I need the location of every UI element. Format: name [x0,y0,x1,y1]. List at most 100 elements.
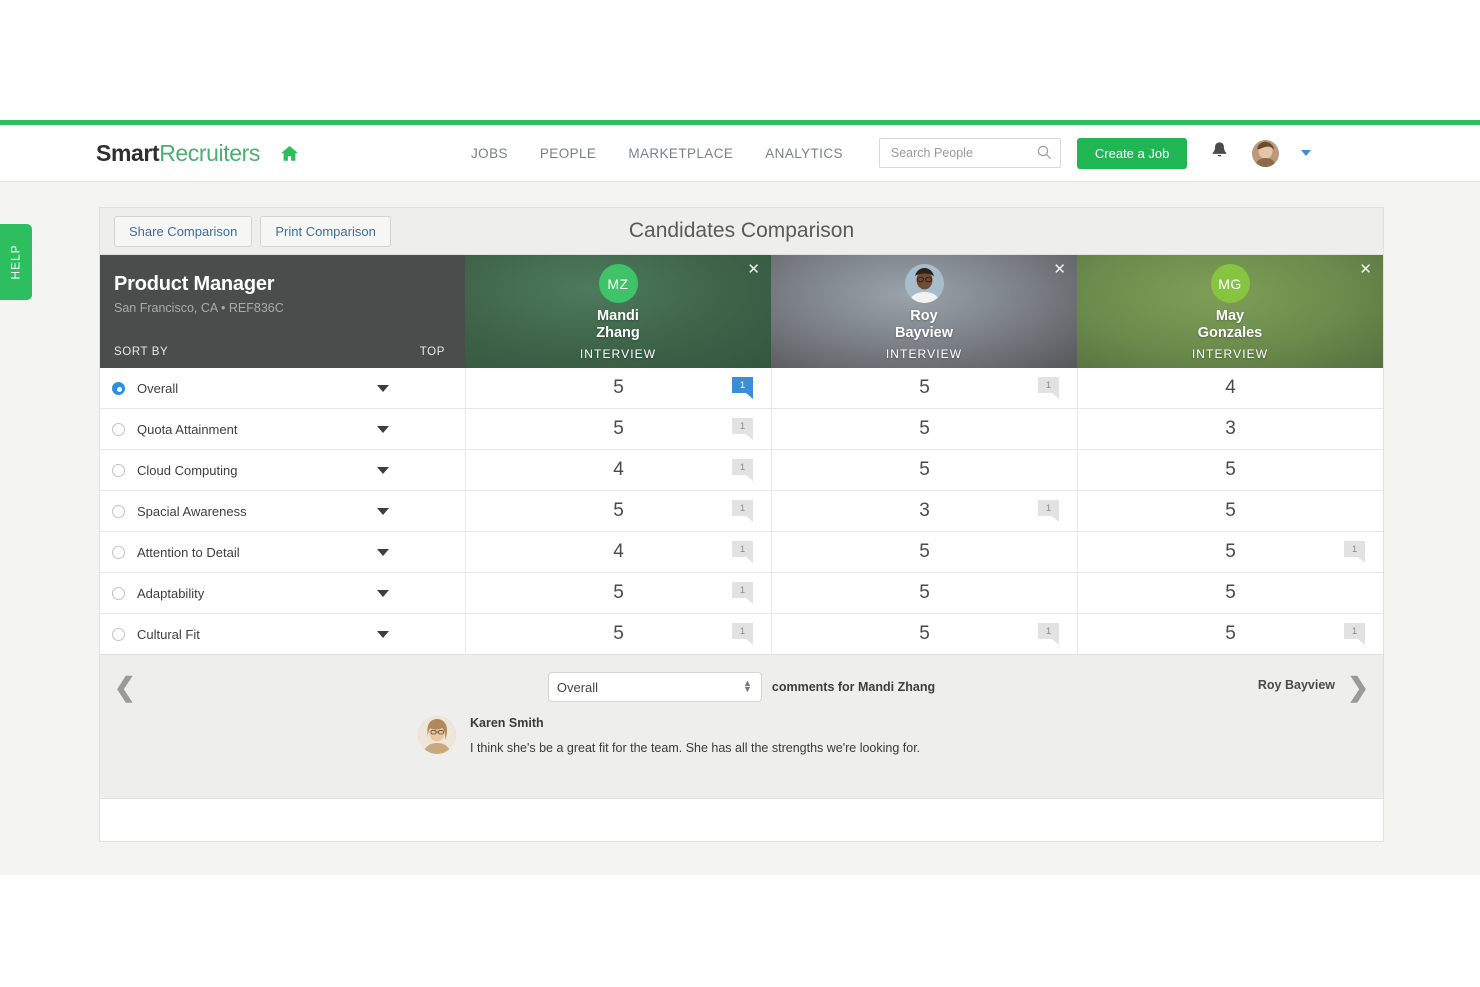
comment-count-badge[interactable]: 1 [732,623,753,645]
score-cell[interactable]: 5 1 [465,573,771,614]
radio-spacial-awareness[interactable] [112,504,125,518]
score-value: 5 [919,541,930,562]
close-icon[interactable]: ✕ [1359,262,1372,277]
toolbar-buttons: Share Comparison Print Comparison [114,215,391,247]
score-cell[interactable]: 3 1 [771,491,1077,532]
comment-count-badge[interactable]: 1 [732,418,753,440]
comment-count-badge[interactable]: 1 [1038,377,1059,399]
candidate-last-name: Bayview [894,325,954,341]
user-avatar[interactable] [1252,139,1280,167]
comment-count-badge[interactable]: 1 [1344,541,1365,563]
comment-count-badge[interactable]: 1 [732,377,753,399]
avatar[interactable]: MZ [598,264,638,303]
close-icon[interactable]: ✕ [747,262,760,277]
criteria-row-overall[interactable]: Overall [100,368,465,409]
score-cell[interactable]: 5 1 [771,614,1077,655]
score-cell[interactable]: 5 1 [465,409,771,450]
score-cell[interactable]: 5 1 [465,368,771,409]
brand-logo[interactable]: SmartRecruiters [96,140,299,167]
criteria-label: Overall [137,380,179,396]
score-cell[interactable]: 5 1 [465,614,771,655]
job-header: Product Manager San Francisco, CA • REF8… [100,255,465,368]
nav-link-people[interactable]: PEOPLE [540,146,596,161]
score-value: 5 [1225,582,1236,603]
chevron-down-icon[interactable] [1301,150,1312,156]
score-cell[interactable]: 5 1 [1077,614,1383,655]
chevron-left-icon[interactable]: ❮ [114,672,136,702]
score-cell[interactable]: 4 1 [465,450,771,491]
radio-cloud-computing[interactable] [112,463,125,477]
avatar-initials: MZ [607,275,629,292]
chevron-right-icon[interactable]: ❯ [1347,672,1369,702]
nav-link-jobs[interactable]: JOBS [471,146,508,161]
help-tab[interactable]: HELP [0,224,32,300]
status-badge: INTERVIEW [1191,347,1269,361]
criteria-label: Spacial Awareness [137,503,247,519]
chevron-down-icon[interactable] [377,589,389,597]
search-input[interactable] [878,138,1061,168]
radio-attention-to-detail[interactable] [112,545,125,559]
radio-quota-attainment[interactable] [112,422,125,436]
radio-adaptability[interactable] [112,586,125,600]
job-ref: REF836C [228,301,284,315]
score-value: 5 [919,623,930,644]
score-cell[interactable]: 5 [771,409,1077,450]
criteria-row-adaptability[interactable]: Adaptability [100,573,465,614]
comment-count-badge[interactable]: 1 [1038,623,1059,645]
comment-count-badge[interactable]: 1 [1344,623,1365,645]
score-value: 5 [1225,500,1236,521]
criteria-row-cultural-fit[interactable]: Cultural Fit [100,614,465,655]
print-comparison-button[interactable]: Print Comparison [260,215,391,247]
score-cell[interactable]: 5 1 [465,491,771,532]
bell-icon[interactable] [1211,141,1228,165]
score-cell[interactable]: 5 [1077,491,1383,532]
create-job-button[interactable]: Create a Job [1076,137,1188,169]
score-cell[interactable]: 5 [1077,450,1383,491]
nav-link-analytics[interactable]: ANALYTICS [765,146,843,161]
score-cell[interactable]: 5 [771,532,1077,573]
criteria-row-cloud-computing[interactable]: Cloud Computing [100,450,465,491]
home-icon[interactable] [280,145,299,162]
chevron-down-icon[interactable] [377,507,389,515]
close-icon[interactable]: ✕ [1053,262,1066,277]
share-comparison-button[interactable]: Share Comparison [114,215,253,247]
score-cell[interactable]: 5 1 [1077,532,1383,573]
criteria-select[interactable]: Overall [547,672,762,702]
radio-cultural-fit[interactable] [112,627,125,641]
criteria-row-quota-attainment[interactable]: Quota Attainment [100,409,465,450]
candidate-column-roy-bayview: ✕ Roy Bayview INTERVIEW 5 1 5 5 3 1 5 5 … [771,255,1077,655]
comment-count-badge[interactable]: 1 [732,500,753,522]
next-candidate-label[interactable]: Roy Bayview [1258,678,1335,692]
criteria-row-attention-to-detail[interactable]: Attention to Detail [100,532,465,573]
comment-count-badge[interactable]: 1 [1038,500,1059,522]
candidate-column-mandi-zhang: ✕ MZ Mandi Zhang INTERVIEW 5 1 5 1 4 1 5… [465,255,771,655]
chevron-down-icon[interactable] [377,384,389,392]
score-cell[interactable]: 5 1 [771,368,1077,409]
avatar[interactable]: MG [1210,264,1250,303]
avatar[interactable] [904,264,944,303]
comment-count-badge[interactable]: 1 [732,459,753,481]
chevron-down-icon[interactable] [377,548,389,556]
score-cell[interactable]: 5 [771,450,1077,491]
comment-count-badge[interactable]: 1 [732,541,753,563]
score-cell[interactable]: 4 1 [465,532,771,573]
criteria-row-spacial-awareness[interactable]: Spacial Awareness [100,491,465,532]
score-cell[interactable]: 5 [1077,573,1383,614]
search-people-wrap [878,138,1061,168]
bottom-whitespace [0,875,1480,987]
score-cell[interactable]: 4 [1077,368,1383,409]
score-cell[interactable]: 3 [1077,409,1383,450]
chevron-down-icon[interactable] [377,425,389,433]
top-label[interactable]: TOP [420,346,445,358]
candidate-first-name: Roy [910,308,938,324]
chevron-down-icon[interactable] [377,466,389,474]
chevron-down-icon[interactable] [377,630,389,638]
radio-overall[interactable] [112,381,125,395]
candidate-first-name: May [1215,308,1245,324]
nav-link-marketplace[interactable]: MARKETPLACE [628,146,733,161]
comment-count-badge[interactable]: 1 [732,582,753,604]
score-cell[interactable]: 5 [771,573,1077,614]
job-location: San Francisco, CA [114,301,218,315]
commenter-avatar[interactable] [418,716,456,754]
score-value: 5 [1225,459,1236,480]
